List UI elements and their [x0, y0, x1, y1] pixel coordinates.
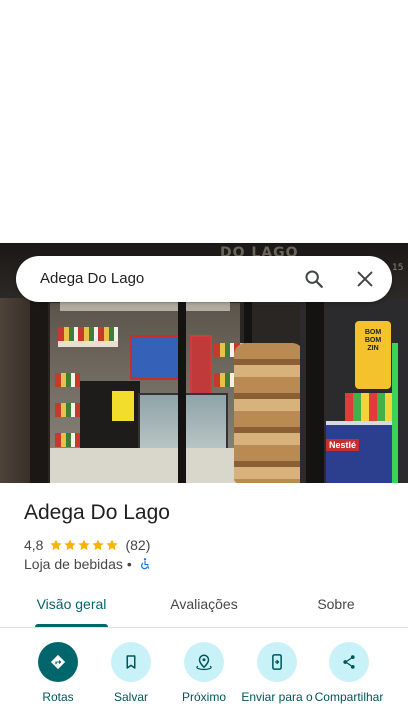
directions-label: Rotas: [42, 690, 74, 704]
send-to-phone-label: Enviar para o: [241, 690, 313, 704]
rating-value: 4,8: [24, 537, 44, 553]
directions-icon: [50, 654, 66, 670]
save-button[interactable]: Salvar: [91, 642, 171, 704]
search-bar[interactable]: Adega Do Lago: [16, 256, 392, 302]
place-tabs: Visão geral Avaliações Sobre: [0, 584, 408, 628]
close-icon[interactable]: [354, 268, 376, 290]
send-to-phone-icon: [272, 654, 282, 670]
action-bar: Rotas Salvar Próximo Enviar para o Compa…: [0, 640, 408, 726]
share-button[interactable]: Compartilhar: [309, 642, 389, 704]
store-sign-number: 15: [392, 263, 404, 273]
nearby-label: Próximo: [181, 690, 226, 704]
send-to-phone-button[interactable]: Enviar para o: [237, 642, 317, 704]
share-label: Compartilhar: [314, 690, 384, 704]
map-area: [0, 0, 408, 243]
category-row: Loja de bebidas •: [24, 556, 152, 572]
star-icon: [78, 539, 91, 551]
save-label: Salvar: [113, 690, 148, 704]
tab-overview[interactable]: Visão geral: [35, 596, 108, 612]
star-rating: [49, 538, 119, 552]
nearby-icon: [196, 654, 212, 671]
place-category: Loja de bebidas: [24, 556, 123, 572]
review-count[interactable]: (82): [125, 537, 150, 553]
active-tab-indicator: [35, 624, 108, 627]
place-title: Adega Do Lago: [24, 501, 170, 524]
rating-row[interactable]: 4,8 (82): [24, 536, 150, 554]
separator-dot: •: [126, 556, 132, 572]
star-icon: [106, 539, 119, 551]
search-input[interactable]: Adega Do Lago: [40, 270, 144, 287]
nearby-button[interactable]: Próximo: [164, 642, 244, 704]
tab-about[interactable]: Sobre: [306, 596, 366, 612]
star-icon: [50, 539, 63, 551]
bookmark-icon: [126, 655, 136, 669]
directions-button[interactable]: Rotas: [18, 642, 98, 704]
search-icon[interactable]: [303, 268, 325, 290]
star-icon: [92, 539, 105, 551]
freezer-brand: Nestlé: [326, 439, 360, 451]
tab-reviews[interactable]: Avaliações: [160, 596, 248, 612]
promo-label: BOM BOM ZIN: [364, 329, 382, 352]
wheelchair-icon: [140, 558, 150, 570]
star-icon: [64, 539, 77, 551]
share-icon: [343, 655, 355, 669]
